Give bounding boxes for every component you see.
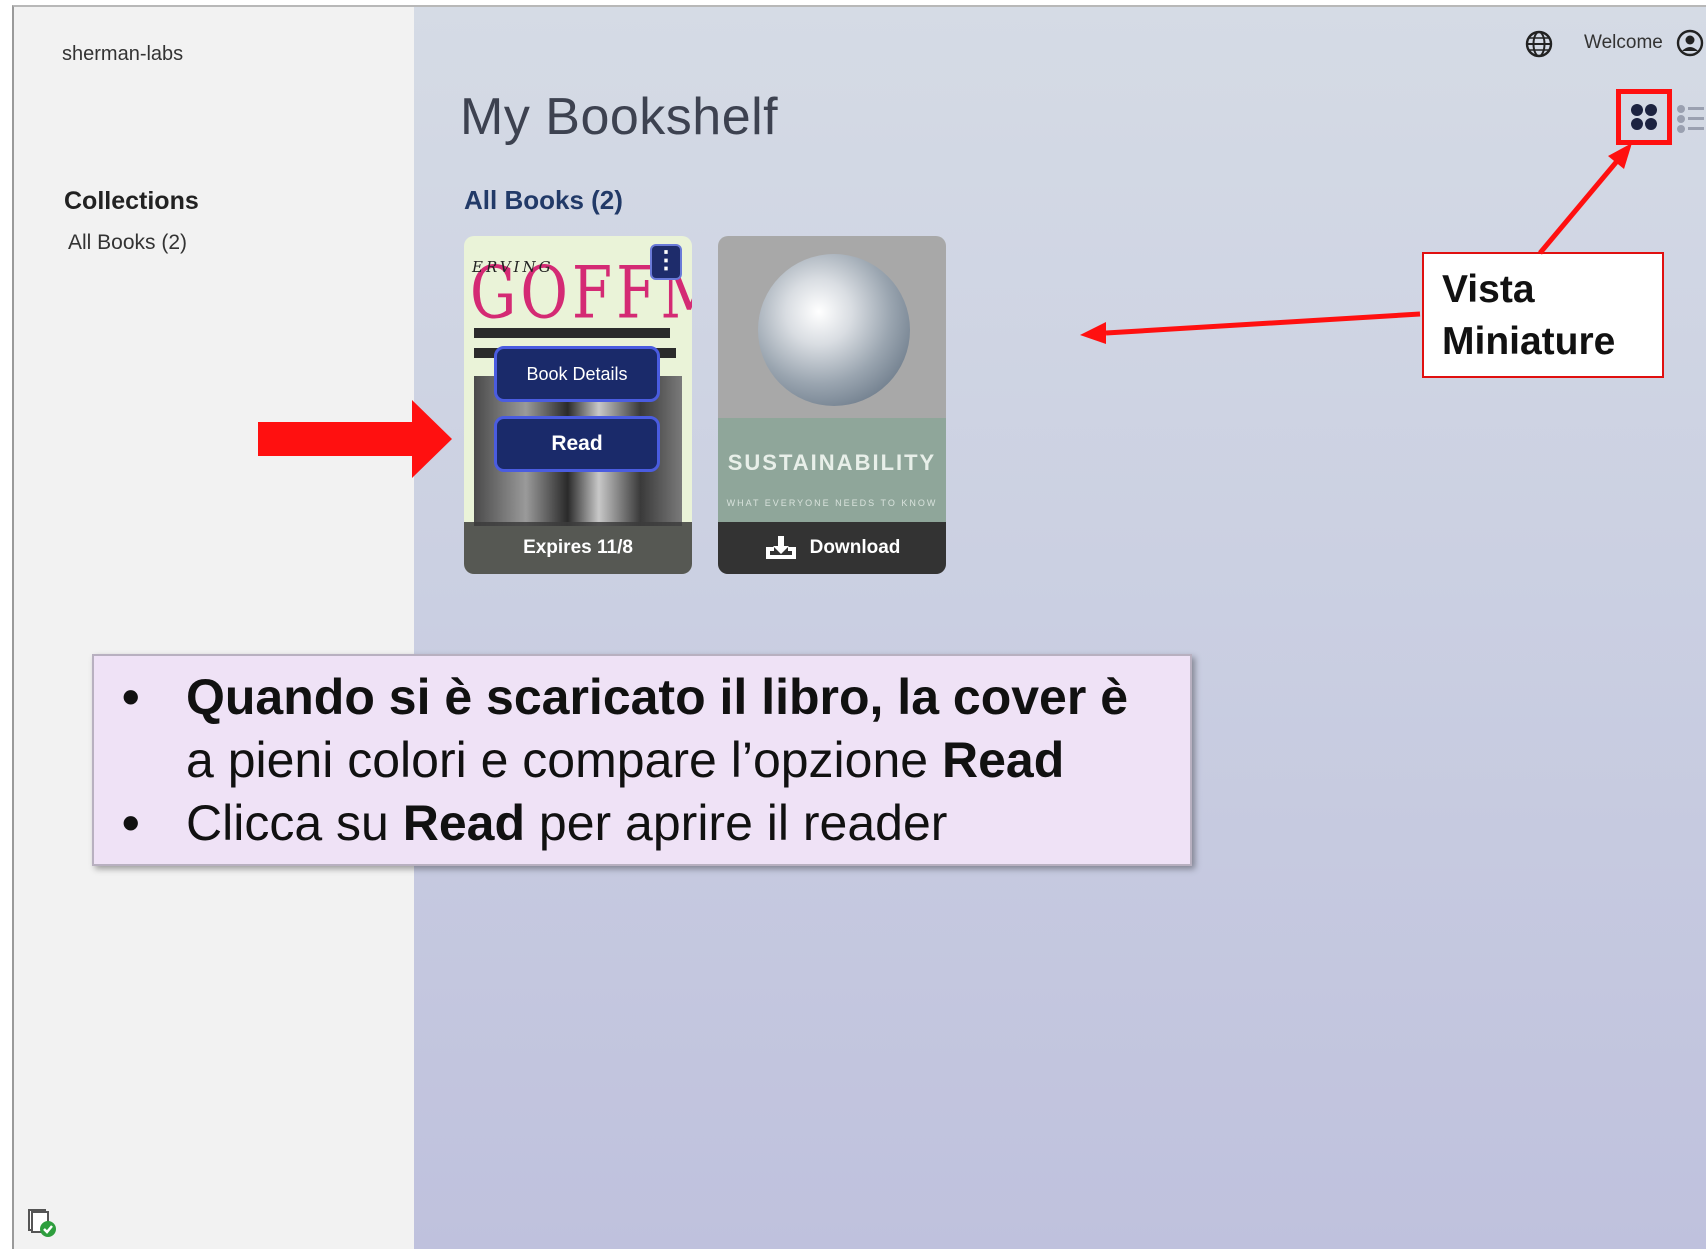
collections-heading: Collections [64, 187, 199, 215]
user-account-icon[interactable] [1676, 29, 1704, 57]
download-button[interactable]: Download [718, 522, 946, 574]
book-card-sustainability[interactable]: SUSTAINABILITY WHAT EVERYONE NEEDS TO KN… [718, 236, 946, 574]
callout-line-2: Miniature [1442, 320, 1616, 363]
main-content: Welcome My Bookshelf All Books (2) GOFF … [414, 7, 1706, 1249]
note-bullet-1: • Quando si è scaricato il libro, la cov… [114, 666, 1170, 729]
note-bullet-2: • Clicca su Read per aprire il reader [114, 792, 1170, 855]
instruction-note: • Quando si è scaricato il libro, la cov… [92, 654, 1192, 866]
note-line-3-text: Clicca su [186, 795, 403, 851]
book-card-goffman[interactable]: GOFFMAN ERVING ⋮ Book Details Read Expir… [464, 236, 692, 574]
annotation-callout-box: Vista Miniature [1422, 252, 1664, 378]
note-line-2-text: a pieni colori e compare l’opzione [186, 732, 942, 788]
cover-title-text: SUSTAINABILITY [727, 450, 937, 475]
grid-view-icon [1631, 104, 1657, 130]
cover-earth-image [758, 254, 910, 406]
expiry-footer: Expires 11/8 [464, 522, 692, 574]
cover-first-name-text: ERVING [472, 258, 554, 276]
note-line-1-text: Quando si è scaricato il libro, la cover… [186, 669, 1129, 725]
note-line-3-bold: Read [402, 795, 525, 851]
collection-item-all-books[interactable]: All Books (2) [68, 231, 187, 255]
section-title-all-books: All Books (2) [464, 185, 623, 215]
bullet-glyph: • [122, 795, 140, 851]
expiry-label: Expires 11/8 [523, 537, 633, 558]
organization-name: sherman-labs [62, 43, 184, 65]
list-view-icon[interactable] [1676, 102, 1706, 136]
language-globe-icon[interactable] [1524, 29, 1554, 59]
download-icon [765, 536, 796, 559]
cover-subtitle-text: WHAT EVERYONE NEEDS TO KNOW [726, 498, 938, 508]
note-line-2-bold: Read [941, 732, 1065, 788]
bullet-glyph: • [122, 669, 140, 725]
book-check-status-icon [28, 1209, 56, 1237]
book-options-menu-button[interactable]: ⋮ [650, 244, 682, 280]
app-window: sherman-labs Collections All Books (2) W… [12, 5, 1706, 1249]
callout-line-1: Vista [1442, 268, 1535, 311]
welcome-text: Welcome [1584, 32, 1663, 53]
book-details-button[interactable]: Book Details [494, 346, 660, 402]
read-button[interactable]: Read [494, 416, 660, 472]
note-bullet-1-continuation: a pieni colori e compare l’opzione Read [114, 729, 1170, 792]
sidebar: sherman-labs Collections All Books (2) [14, 7, 414, 1249]
download-label: Download [809, 537, 901, 558]
grid-view-toggle[interactable] [1616, 89, 1672, 145]
page-title: My Bookshelf [460, 88, 779, 146]
note-line-3-end: per aprire il reader [525, 795, 948, 851]
cover-title-strip [474, 328, 670, 338]
